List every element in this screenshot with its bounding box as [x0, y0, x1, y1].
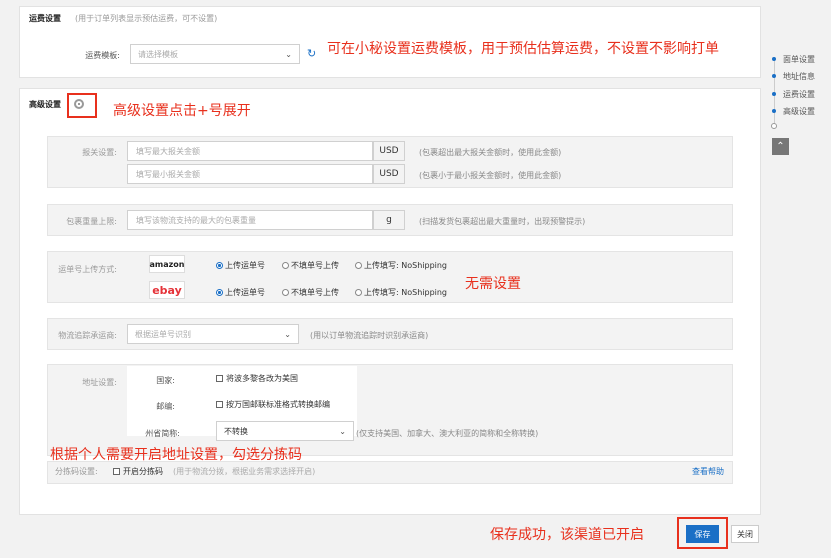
radio-checked-icon — [216, 262, 223, 269]
ebay-opt-noshipping-label: 上传填写: NoShipping — [364, 288, 448, 297]
ebay-logo: ebay — [149, 281, 185, 299]
declare-max-hint: (包裹超出最大报关金额时，使用此金额) — [419, 148, 562, 157]
amazon-opt-noupload[interactable]: 不填单号上传 — [282, 260, 339, 271]
expand-toggle-icon[interactable] — [74, 99, 84, 109]
address-label: 地址设置: — [82, 378, 117, 387]
chevron-down-icon: ⌄ — [285, 49, 292, 59]
shipping-template-label: 运费模板: — [85, 51, 120, 60]
nav-item-label: 地址信息 — [783, 72, 815, 81]
radio-checked-icon — [216, 289, 223, 296]
close-button[interactable]: 关闭 — [731, 525, 759, 543]
refresh-icon[interactable]: ↻ — [307, 47, 316, 60]
shipping-section-title: 运费设置 — [29, 14, 61, 23]
upload-annotation: 无需设置 — [465, 276, 521, 292]
upload-label: 运单号上传方式: — [58, 265, 117, 274]
declare-min-currency: USD — [373, 164, 405, 184]
sort-code-hint: (用于物流分拨，根据业务需求选择开启) — [173, 467, 316, 476]
ebay-opt-noupload-label: 不填单号上传 — [291, 288, 339, 297]
weight-input[interactable]: 填写该物流支持的最大的包裹重量 — [127, 210, 373, 230]
shipping-annotation: 可在小秘设置运费模板，用于预估估算运费，不设置不影响打单 — [327, 41, 719, 57]
country-option[interactable]: 将波多黎各改为美国 — [216, 373, 298, 384]
scroll-top-icon[interactable]: ⌃ — [772, 138, 789, 155]
shipping-section-note: (用于订单列表显示预估运费，可不设置) — [75, 14, 218, 23]
tracking-label: 物流追踪承运商: — [58, 331, 117, 340]
sort-code-option-label: 开启分拣码 — [123, 467, 163, 476]
nav-item-label: 运费设置 — [783, 90, 815, 99]
ebay-opt-noshipping[interactable]: 上传填写: NoShipping — [355, 287, 447, 298]
declare-label: 报关设置: — [82, 148, 117, 157]
nav-dot-icon — [772, 74, 776, 78]
declare-min-hint: (包裹小于最小报关金额时，使用此金额) — [419, 171, 562, 180]
amazon-opt-noshipping[interactable]: 上传填写: NoShipping — [355, 260, 447, 271]
amazon-opt-noupload-label: 不填单号上传 — [291, 261, 339, 270]
tracking-carrier-select[interactable]: 根据运单号识别 ⌄ — [127, 324, 299, 344]
checkbox-icon — [216, 401, 223, 408]
state-abbr-select[interactable]: 不转换 ⌄ — [216, 421, 354, 441]
nav-dot-icon — [772, 92, 776, 96]
amazon-opt-upload-label: 上传运单号 — [225, 261, 265, 270]
country-option-label: 将波多黎各改为美国 — [226, 374, 298, 383]
chevron-down-icon: ⌄ — [284, 329, 291, 339]
nav-end-circle-icon — [771, 123, 777, 129]
ebay-opt-upload[interactable]: 上传运单号 — [216, 287, 265, 298]
nav-dot-icon — [772, 109, 776, 113]
amazon-logo-text: amazon — [149, 259, 185, 269]
advanced-annotation: 高级设置点击+号展开 — [113, 103, 251, 119]
state-hint: (仅支持美国、加拿大、澳大利亚的简称和全称转换) — [356, 429, 539, 438]
weight-unit: g — [373, 210, 405, 230]
nav-item-label: 面单设置 — [783, 55, 815, 64]
country-label: 国家: — [156, 376, 175, 385]
chevron-down-icon: ⌄ — [339, 426, 346, 436]
nav-dot-icon — [772, 57, 776, 61]
ebay-opt-upload-label: 上传运单号 — [225, 288, 265, 297]
amazon-logo: amazon — [149, 255, 185, 273]
amazon-opt-noshipping-label: 上传填写: NoShipping — [364, 261, 448, 270]
state-label: 州省简称: — [145, 429, 180, 438]
declare-min-input[interactable]: 填写最小报关金额 — [127, 164, 373, 184]
radio-icon — [282, 262, 289, 269]
save-annotation: 保存成功，该渠道已开启 — [490, 527, 644, 543]
radio-icon — [355, 262, 362, 269]
checkbox-icon — [113, 468, 120, 475]
help-link[interactable]: 查看帮助 — [692, 466, 724, 477]
advanced-section-title: 高级设置 — [29, 100, 61, 109]
zip-option-label: 按万国邮联标准格式转换邮编 — [226, 400, 330, 409]
declare-max-currency: USD — [373, 141, 405, 161]
shipping-template-placeholder: 请选择模板 — [138, 49, 178, 59]
ebay-opt-noupload[interactable]: 不填单号上传 — [282, 287, 339, 298]
declare-max-input[interactable]: 填写最大报关金额 — [127, 141, 373, 161]
weight-label: 包裹重量上限: — [66, 217, 117, 226]
ebay-logo-text: ebay — [152, 283, 182, 297]
sort-code-label: 分拣码设置: — [55, 467, 98, 476]
nav-item-label: 高级设置 — [783, 107, 815, 116]
amazon-opt-upload[interactable]: 上传运单号 — [216, 260, 265, 271]
save-button[interactable]: 保存 — [686, 525, 719, 543]
checkbox-icon — [216, 375, 223, 382]
tracking-carrier-placeholder: 根据运单号识别 — [135, 329, 191, 339]
shipping-template-select[interactable]: 请选择模板 ⌄ — [130, 44, 300, 64]
sort-code-option[interactable]: 开启分拣码 — [113, 466, 163, 477]
weight-hint: (扫描发货包裹超出最大重量时，出现预警提示) — [419, 217, 586, 226]
zip-option[interactable]: 按万国邮联标准格式转换邮编 — [216, 399, 330, 410]
radio-icon — [355, 289, 362, 296]
zip-label: 邮编: — [156, 402, 175, 411]
tracking-hint: (用以订单物流追踪时识别承运商) — [310, 331, 429, 340]
radio-icon — [282, 289, 289, 296]
state-abbr-value: 不转换 — [224, 426, 248, 436]
